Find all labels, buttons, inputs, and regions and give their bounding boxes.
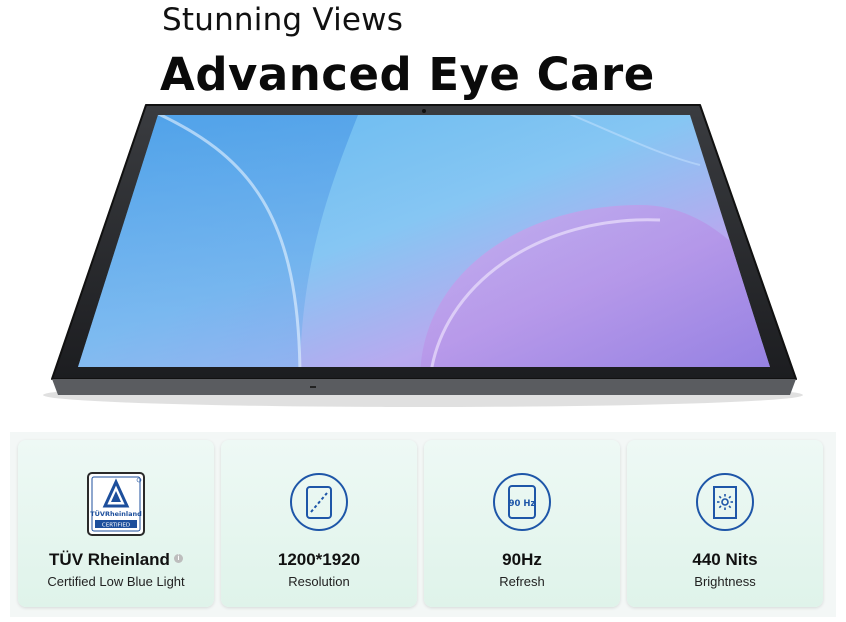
tablet-diagonal-icon bbox=[290, 473, 348, 531]
feature-card-refresh: 90 Hz 90Hz Refresh bbox=[424, 440, 620, 607]
brightness-label: Brightness bbox=[694, 574, 756, 589]
resolution-value: 1200*1920 bbox=[277, 550, 361, 569]
tuv-label: Certified Low Blue Light bbox=[47, 574, 185, 589]
svg-text:TÜVRheinland: TÜVRheinland bbox=[90, 509, 142, 518]
feature-card-tuv: TÜVRheinland CERTIFIED TÜV Rheinland i Ce… bbox=[18, 440, 214, 607]
resolution-label: Resolution bbox=[288, 574, 350, 589]
svg-text:CERTIFIED: CERTIFIED bbox=[102, 523, 130, 529]
refresh-rate-icon: 90 Hz bbox=[493, 473, 551, 531]
tablet-image bbox=[43, 104, 803, 407]
brightness-icon bbox=[696, 473, 754, 531]
feature-card-resolution: 1200*1920 Resolution bbox=[221, 440, 417, 607]
svg-text:90 Hz: 90 Hz bbox=[509, 499, 536, 509]
hero-title: Advanced Eye Care bbox=[160, 48, 655, 101]
feature-cards: TÜVRheinland CERTIFIED TÜV Rheinland i Ce… bbox=[10, 432, 836, 617]
hero-subtitle: Stunning Views bbox=[162, 2, 404, 38]
brightness-value: 440 Nits bbox=[692, 550, 758, 569]
feature-card-brightness: 440 Nits Brightness bbox=[627, 440, 823, 607]
tuv-rheinland-logo: TÜVRheinland CERTIFIED bbox=[87, 472, 145, 536]
refresh-label: Refresh bbox=[499, 574, 545, 589]
info-icon[interactable]: i bbox=[173, 554, 183, 563]
tuv-title: TÜV Rheinland i bbox=[18, 550, 214, 570]
refresh-value: 90Hz bbox=[502, 550, 542, 569]
